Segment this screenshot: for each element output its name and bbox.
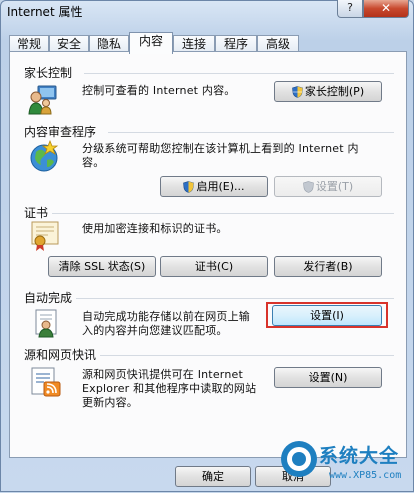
feeds-title: 源和网页快讯 [24,346,101,363]
clear-ssl-state-button[interactable]: 清除 SSL 状态(S) [48,256,156,277]
parental-controls-button[interactable]: 家长控制(P) [274,81,382,102]
section-divider [108,132,394,133]
uac-shield-icon [183,181,195,193]
autocomplete-description-line1: 自动完成功能存储以前在网页上输 [82,310,250,323]
content-tab-panel: 家长控制 控制可查看的 Internet 内容。 家长控制(P) 内容审查程序 [9,51,407,458]
parental-controls-description: 控制可查看的 Internet 内容。 [82,84,236,97]
content-advisor-settings-label: 设置(T) [315,180,354,193]
feeds-description-line3: 更新内容。 [82,396,138,409]
publishers-button[interactable]: 发行者(B) [274,256,382,277]
autocomplete-icon [35,309,57,338]
section-divider [76,298,394,299]
content-advisor-settings-button[interactable]: 设置(T) [274,176,382,197]
feeds-description-line1: 源和网页快讯提供可在 Internet [82,368,243,381]
ok-button[interactable]: 确定 [175,466,251,487]
certificates-description: 使用加密连接和标识的证书。 [82,222,228,235]
watermark-url: www.XP85.com [329,470,402,481]
watermark-text: 系统大全 [319,445,400,467]
content-advisor-description-line2: 容。 [82,156,105,169]
close-button[interactable]: ✕ [363,0,409,18]
content-advisor-title: 内容审查程序 [24,123,101,140]
content-advisor-enable-label: 启用(E)... [196,180,245,193]
help-button[interactable]: ? [337,0,363,18]
parental-controls-button-label: 家长控制(P) [304,85,365,98]
autocomplete-title: 自动完成 [24,289,77,306]
uac-shield-icon [292,86,303,98]
certificates-button[interactable]: 证书(C) [160,256,268,277]
certificate-icon [31,221,59,251]
internet-properties-window: Internet 属性 ? ✕ 常规 安全 隐私 内容 连接 程序 高级 家长控… [0,0,414,492]
window-title: Internet 属性 [7,5,83,19]
feeds-icon [31,367,61,397]
content-advisor-description-line1: 分级系统可帮助您控制在该计算机上看到的 Internet 内 [82,142,359,155]
watermark-logo-icon [281,441,317,477]
content-advisor-enable-button[interactable]: 启用(E)... [160,176,268,197]
uac-shield-icon [303,181,314,193]
title-bar: Internet 属性 ? ✕ [1,0,413,27]
autocomplete-description-line2: 入的内容并向您建议匹配项。 [82,324,228,337]
section-divider [100,355,394,356]
autocomplete-settings-button[interactable]: 设置(I) [272,305,382,326]
tab-content[interactable]: 内容 [129,32,173,54]
section-divider [84,73,394,74]
parental-controls-title: 家长控制 [24,64,77,81]
watermark: 系统大全 www.XP85.com [277,437,414,493]
feeds-description-line2: Explorer 和其他程序中读取的网站 [82,382,257,395]
feeds-settings-button[interactable]: 设置(N) [274,367,382,388]
parental-controls-icon [28,85,57,115]
content-advisor-icon [30,140,59,172]
certificates-title: 证书 [24,204,53,221]
section-divider [52,213,394,214]
